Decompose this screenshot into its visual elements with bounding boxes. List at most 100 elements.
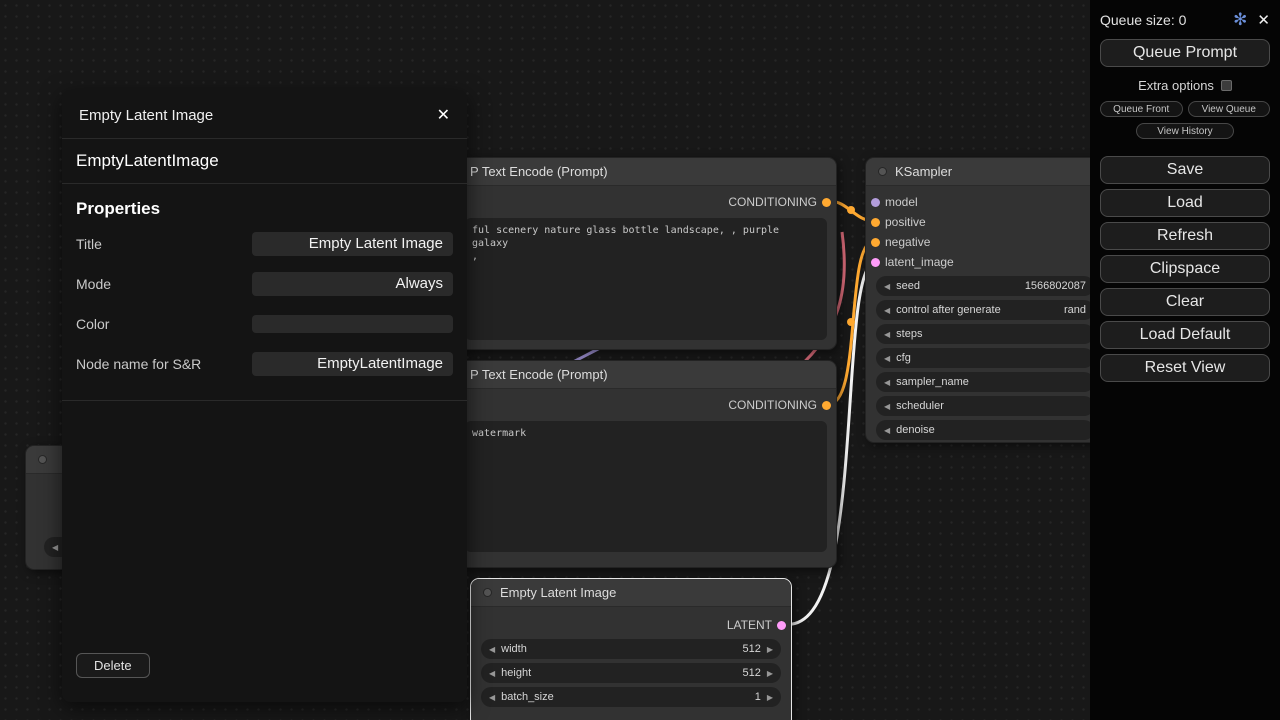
property-label: Node name for S&R xyxy=(76,356,252,372)
decrement-icon[interactable]: ◀ xyxy=(884,330,890,339)
queue-size-label: Queue size: 0 xyxy=(1100,12,1186,28)
widget-value: 512 xyxy=(742,667,760,679)
increment-icon[interactable]: ▶ xyxy=(767,693,773,702)
input-slot-model[interactable]: model xyxy=(866,192,1104,212)
decrement-icon[interactable]: ◀ xyxy=(884,378,890,387)
property-row-mode: Mode Always xyxy=(62,264,467,304)
widget-label: scheduler xyxy=(896,400,944,412)
increment-icon[interactable]: ▶ xyxy=(767,645,773,654)
slot-label: CONDITIONING xyxy=(728,195,817,209)
widget-label: seed xyxy=(896,280,920,292)
node-title-bar[interactable]: Empty Latent Image xyxy=(471,579,791,607)
extra-options-row: Extra options xyxy=(1100,78,1270,93)
conditioning-port-icon[interactable] xyxy=(871,238,880,247)
decrement-icon[interactable]: ◀ xyxy=(489,669,495,678)
decrement-icon[interactable]: ◀ xyxy=(884,354,890,363)
link-midpoint-dot[interactable] xyxy=(847,206,855,214)
prompt-text-widget[interactable]: watermark xyxy=(465,421,827,552)
node-title-bar[interactable]: P Text Encode (Prompt) xyxy=(456,158,836,186)
prompt-text-widget[interactable]: ful scenery nature glass bottle landscap… xyxy=(465,218,827,340)
seed-widget[interactable]: ◀ seed 1566802087 xyxy=(876,276,1094,296)
collapse-dot-icon[interactable] xyxy=(483,588,492,597)
conditioning-port-icon[interactable] xyxy=(871,218,880,227)
input-slot-latent-image[interactable]: latent_image xyxy=(866,252,1104,272)
widget-label: height xyxy=(501,667,531,679)
conditioning-port-icon[interactable] xyxy=(822,401,831,410)
property-label: Title xyxy=(76,236,252,252)
collapse-dot-icon[interactable] xyxy=(38,455,47,464)
increment-icon[interactable]: ▶ xyxy=(767,669,773,678)
reset-view-button[interactable]: Reset View xyxy=(1100,354,1270,382)
decrement-icon[interactable]: ◀ xyxy=(884,282,890,291)
node-title-bar[interactable]: KSampler xyxy=(866,158,1104,186)
output-slot-latent[interactable]: LATENT xyxy=(471,615,791,635)
widget-label: sampler_name xyxy=(896,376,969,388)
load-button[interactable]: Load xyxy=(1100,189,1270,217)
decrement-icon[interactable]: ◀ xyxy=(52,543,58,552)
view-history-button[interactable]: View History xyxy=(1136,123,1234,139)
property-row-color: Color xyxy=(62,304,467,344)
property-row-node-name: Node name for S&R EmptyLatentImage xyxy=(62,344,467,384)
slot-label: model xyxy=(885,195,918,209)
dialog-title: Empty Latent Image xyxy=(79,107,213,124)
title-field[interactable]: Empty Latent Image xyxy=(252,232,453,256)
input-slot-positive[interactable]: positive xyxy=(866,212,1104,232)
model-port-icon[interactable] xyxy=(871,198,880,207)
input-slot-negative[interactable]: negative xyxy=(866,232,1104,252)
control-after-generate-widget[interactable]: ◀ control after generate rand xyxy=(876,300,1094,320)
close-icon[interactable]: ✕ xyxy=(437,105,450,125)
dialog-header[interactable]: Empty Latent Image ✕ xyxy=(62,90,467,139)
empty-latent-image-node[interactable]: Empty Latent Image LATENT ◀ width 512 ▶ … xyxy=(470,578,792,720)
collapse-dot-icon[interactable] xyxy=(878,167,887,176)
node-title-bar[interactable]: P Text Encode (Prompt) xyxy=(456,361,836,389)
property-row-title: Title Empty Latent Image xyxy=(62,224,467,264)
settings-gear-icon[interactable]: ✻ xyxy=(1233,10,1247,30)
node-type-name: EmptyLatentImage xyxy=(62,139,467,184)
widget-value: 512 xyxy=(742,643,760,655)
widget-label: steps xyxy=(896,328,922,340)
close-menu-icon[interactable]: ✕ xyxy=(1257,11,1270,29)
decrement-icon[interactable]: ◀ xyxy=(489,645,495,654)
node-graph-canvas[interactable]: ◀ P Text Encode (Prompt) CONDITIONING fu… xyxy=(0,0,1280,720)
save-button[interactable]: Save xyxy=(1100,156,1270,184)
decrement-icon[interactable]: ◀ xyxy=(884,426,890,435)
extra-options-checkbox[interactable] xyxy=(1221,80,1232,91)
queue-front-button[interactable]: Queue Front xyxy=(1100,101,1183,117)
clip-text-encode-node-negative[interactable]: P Text Encode (Prompt) CONDITIONING wate… xyxy=(455,360,837,568)
cfg-widget[interactable]: ◀ cfg xyxy=(876,348,1094,368)
ksampler-node[interactable]: KSampler model positive negative latent_… xyxy=(865,157,1105,443)
decrement-icon[interactable]: ◀ xyxy=(489,693,495,702)
width-widget[interactable]: ◀ width 512 ▶ xyxy=(481,639,781,659)
latent-port-icon[interactable] xyxy=(871,258,880,267)
comfyui-menu-panel: Queue size: 0 ✻ ✕ Queue Prompt Extra opt… xyxy=(1090,0,1280,720)
mode-field[interactable]: Always xyxy=(252,272,453,296)
color-field[interactable] xyxy=(252,315,453,333)
slot-label: latent_image xyxy=(885,255,954,269)
output-slot-conditioning[interactable]: CONDITIONING xyxy=(456,395,836,415)
node-title: Empty Latent Image xyxy=(500,585,616,600)
scheduler-widget[interactable]: ◀ scheduler xyxy=(876,396,1094,416)
clear-button[interactable]: Clear xyxy=(1100,288,1270,316)
steps-widget[interactable]: ◀ steps xyxy=(876,324,1094,344)
link-midpoint-dot[interactable] xyxy=(847,318,855,326)
refresh-button[interactable]: Refresh xyxy=(1100,222,1270,250)
denoise-widget[interactable]: ◀ denoise xyxy=(876,420,1094,440)
load-default-button[interactable]: Load Default xyxy=(1100,321,1270,349)
batch-size-widget[interactable]: ◀ batch_size 1 ▶ xyxy=(481,687,781,707)
output-slot-conditioning[interactable]: CONDITIONING xyxy=(456,192,836,212)
view-queue-button[interactable]: View Queue xyxy=(1188,101,1271,117)
widget-value: 1566802087 xyxy=(1025,280,1086,292)
clipspace-button[interactable]: Clipspace xyxy=(1100,255,1270,283)
latent-port-icon[interactable] xyxy=(777,621,786,630)
decrement-icon[interactable]: ◀ xyxy=(884,306,890,315)
height-widget[interactable]: ◀ height 512 ▶ xyxy=(481,663,781,683)
conditioning-port-icon[interactable] xyxy=(822,198,831,207)
sampler-name-widget[interactable]: ◀ sampler_name xyxy=(876,372,1094,392)
widget-value: rand xyxy=(1064,304,1086,316)
decrement-icon[interactable]: ◀ xyxy=(884,402,890,411)
widget-value: 1 xyxy=(755,691,761,703)
queue-prompt-button[interactable]: Queue Prompt xyxy=(1100,39,1270,67)
clip-text-encode-node-positive[interactable]: P Text Encode (Prompt) CONDITIONING ful … xyxy=(455,157,837,350)
node-name-field[interactable]: EmptyLatentImage xyxy=(252,352,453,376)
delete-node-button[interactable]: Delete xyxy=(76,653,150,678)
